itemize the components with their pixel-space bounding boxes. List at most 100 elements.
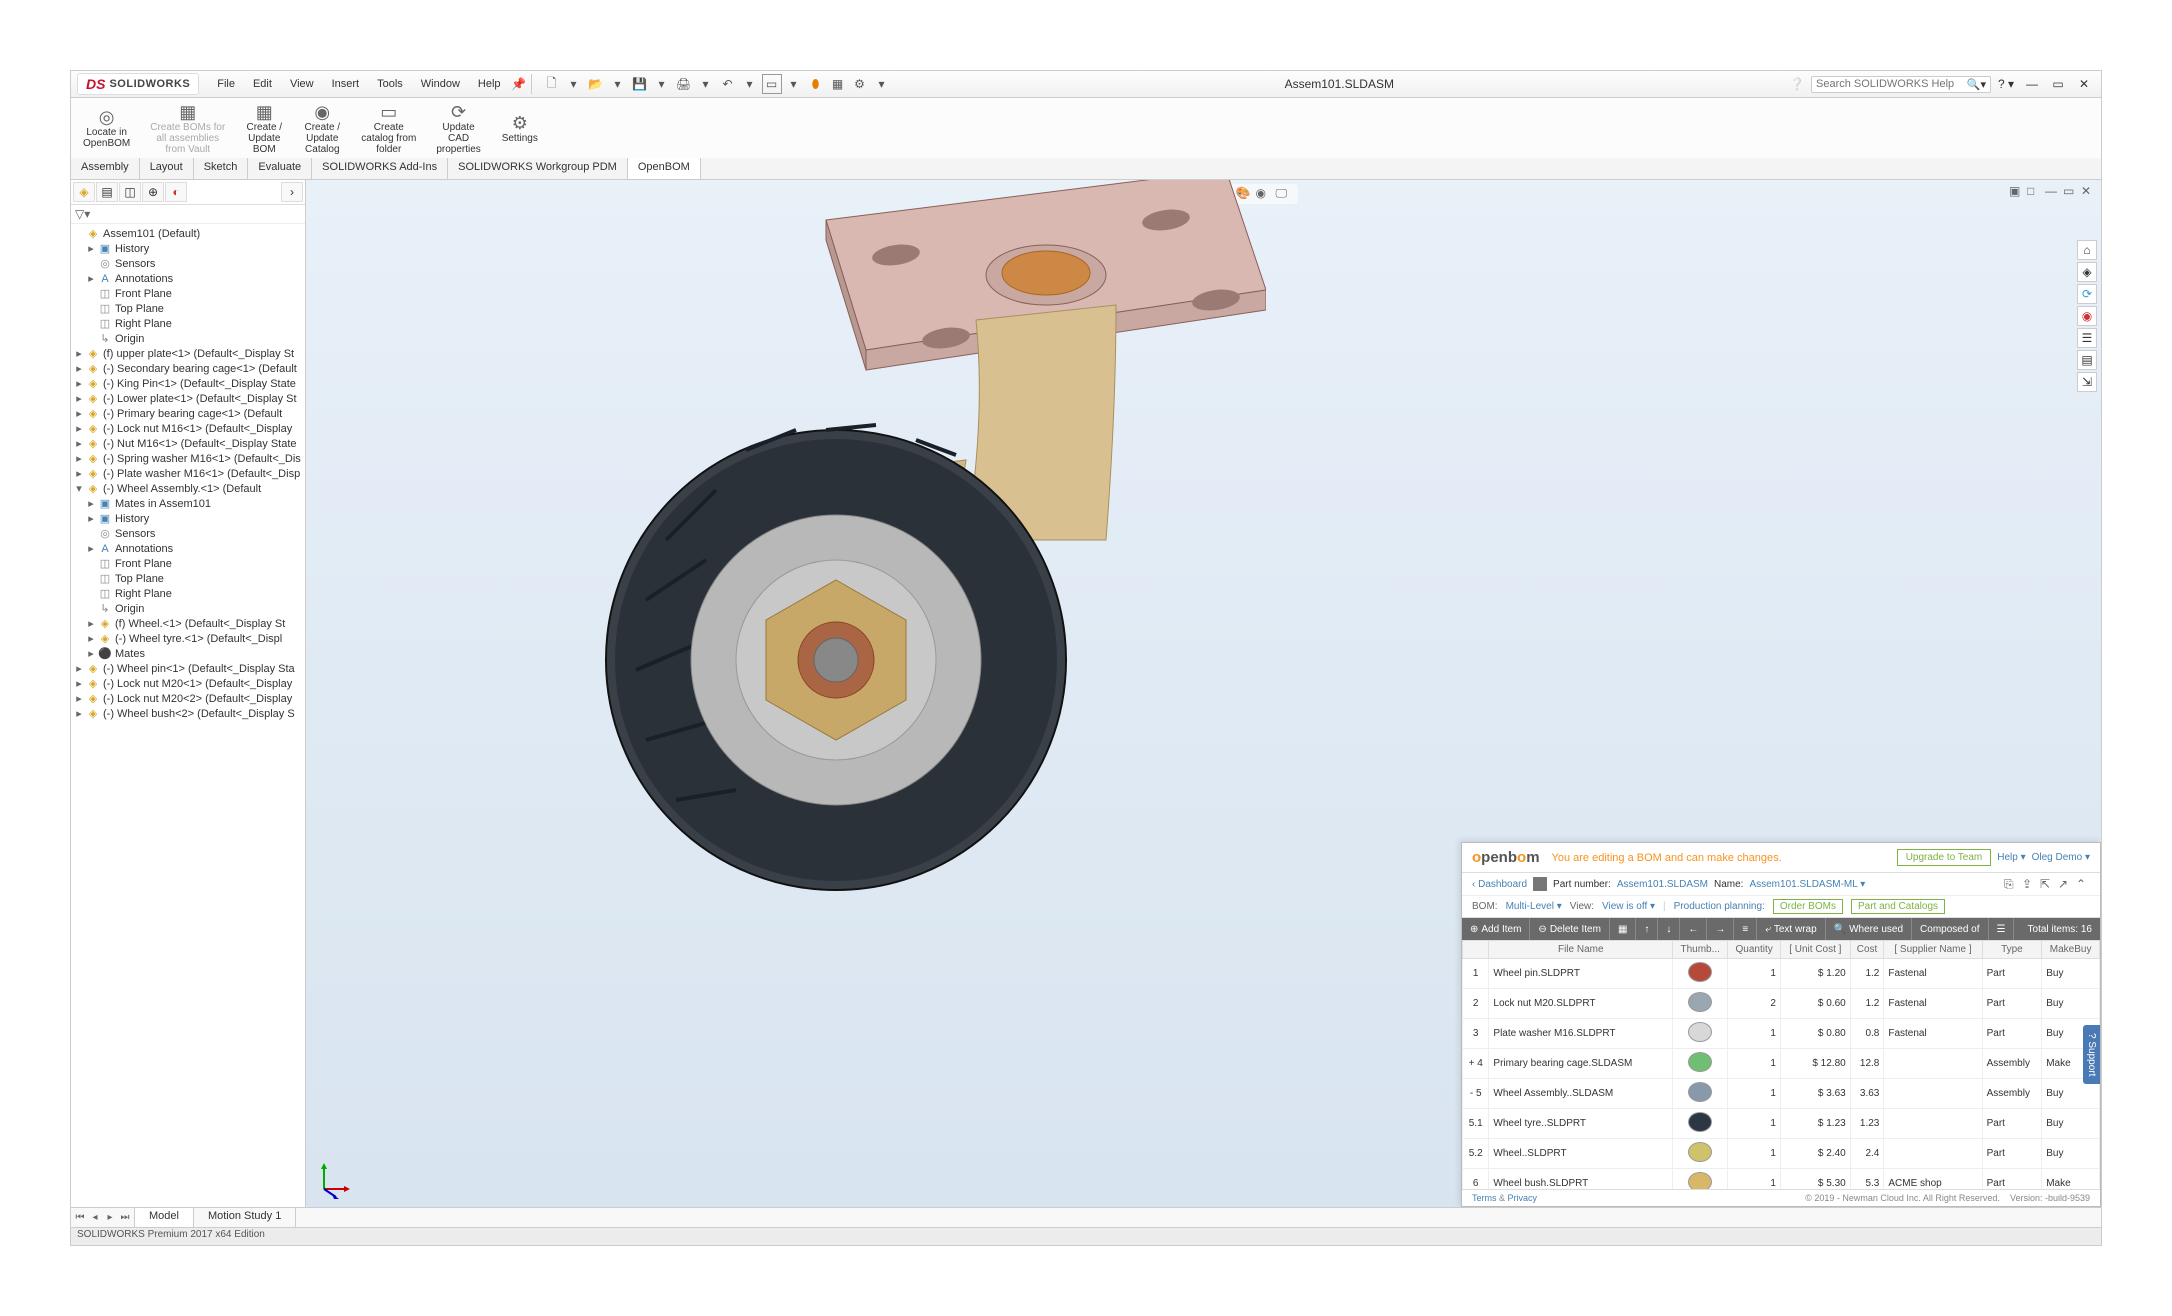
tree-item[interactable]: ◫Top Plane	[71, 301, 305, 316]
text-wrap-button[interactable]: ⤶ Text wrap	[1757, 918, 1825, 940]
table-row[interactable]: 3Plate washer M16.SLDPRT1$ 0.800.8Fasten…	[1463, 1019, 2100, 1049]
drop[interactable]: ▾	[872, 74, 892, 94]
left-button[interactable]: ←	[1680, 918, 1707, 940]
tree-item[interactable]: ▸▣History	[71, 241, 305, 256]
tree-target-icon[interactable]: ⊕	[142, 182, 164, 202]
upgrade-button[interactable]: Upgrade to Team	[1897, 849, 1992, 866]
tree-item[interactable]: ▸◈(-) Wheel tyre.<1> (Default<_Displ	[71, 631, 305, 646]
vp-close-icon[interactable]: ✕	[2081, 184, 2097, 200]
column-header[interactable]: File Name	[1489, 941, 1673, 959]
view-value[interactable]: View is off ▾	[1602, 901, 1655, 912]
drop[interactable]: ▾	[652, 74, 672, 94]
tree-item[interactable]: ▸◈(-) Spring washer M16<1> (Default<_Dis	[71, 451, 305, 466]
where-used-button[interactable]: 🔍 Where used	[1826, 918, 1912, 940]
prev-icon[interactable]: ◂	[88, 1212, 102, 1223]
vp-single-icon[interactable]: □	[2027, 184, 2043, 200]
copy-icon[interactable]: ⎘	[2004, 877, 2018, 891]
menu-insert[interactable]: Insert	[324, 75, 368, 93]
feature-tab-solidworks-workgroup-pdm[interactable]: SOLIDWORKS Workgroup PDM	[448, 158, 628, 179]
tree-item[interactable]: ▸◈(-) Lower plate<1> (Default<_Display S…	[71, 391, 305, 406]
tree-display-icon[interactable]: ▤	[96, 182, 118, 202]
refresh-icon[interactable]: ⟳	[2077, 284, 2097, 304]
table-row[interactable]: 5.1Wheel tyre..SLDPRT1$ 1.231.23PartBuy	[1463, 1109, 2100, 1139]
tree-item[interactable]: ◫Top Plane	[71, 571, 305, 586]
bottom-tab-motion-study-1[interactable]: Motion Study 1	[194, 1208, 296, 1227]
down-button[interactable]: ↓	[1658, 918, 1680, 940]
up-button[interactable]: ↑	[1636, 918, 1658, 940]
user-menu[interactable]: Oleg Demo ▾	[2032, 852, 2090, 863]
table-row[interactable]: 2Lock nut M20.SLDPRT2$ 0.601.2FastenalPa…	[1463, 989, 2100, 1019]
right-button[interactable]: →	[1707, 918, 1734, 940]
align-button[interactable]: ≡	[1734, 918, 1757, 940]
last-icon[interactable]: ⏭	[118, 1212, 132, 1223]
tree-item[interactable]: ▸▣Mates in Assem101	[71, 496, 305, 511]
funnel-icon[interactable]: ▽▾	[75, 207, 90, 221]
restore-button[interactable]: ▭	[2047, 75, 2069, 93]
ribbon-locate-in[interactable]: ◎Locate in OpenBOM	[77, 102, 136, 154]
tree-item[interactable]: ▸AAnnotations	[71, 271, 305, 286]
open-icon[interactable]: 📂	[586, 74, 606, 94]
ribbon-create[interactable]: ▭Create catalog from folder	[355, 102, 422, 154]
column-header[interactable]: Type	[1982, 941, 2042, 959]
tree-item[interactable]: ◎Sensors	[71, 256, 305, 271]
list-icon[interactable]: ☰	[2077, 328, 2097, 348]
new-icon[interactable]: 🗋	[542, 74, 562, 94]
tree-item[interactable]: ▸◈(-) Secondary bearing cage<1> (Default	[71, 361, 305, 376]
menu-button[interactable]: ☰	[1989, 918, 2015, 940]
part-catalogs-button[interactable]: Part and Catalogs	[1851, 899, 1945, 914]
ribbon-create-[interactable]: ▦Create / Update BOM	[239, 102, 289, 154]
tree-item[interactable]: ▸◈(f) upper plate<1> (Default<_Display S…	[71, 346, 305, 361]
collapse-icon[interactable]: ⌃	[2076, 877, 2090, 891]
terms-link[interactable]: Terms	[1472, 1193, 1497, 1203]
tree-item[interactable]: ▸AAnnotations	[71, 541, 305, 556]
select-icon[interactable]: ▭	[762, 74, 782, 94]
menu-window[interactable]: Window	[413, 75, 468, 93]
openbom-table[interactable]: File NameThumb...Quantity[ Unit Cost ]Co…	[1462, 940, 2100, 1189]
feature-tab-layout[interactable]: Layout	[140, 158, 194, 179]
drop[interactable]: ▾	[784, 74, 804, 94]
column-header[interactable]: [ Unit Cost ]	[1780, 941, 1850, 959]
tree-item[interactable]: ↳Origin	[71, 331, 305, 346]
column-header[interactable]: Thumb...	[1673, 941, 1728, 959]
search-icon[interactable]: 🔍	[1967, 78, 1981, 91]
tree-item[interactable]: ◫Front Plane	[71, 286, 305, 301]
home-icon[interactable]: ⌂	[2077, 240, 2097, 260]
tree-item[interactable]: ▸◈(-) Lock nut M20<1> (Default<_Display	[71, 676, 305, 691]
3d-viewport[interactable]: 🔍 ⛶ ◫ ◈ ▦ ◐ 🎨 ◉ 🖵 ▣ □ — ▭ ✕ ⌂ ◈ ⟳ ◉ ☰ ▤ …	[306, 180, 2101, 1207]
share-icon[interactable]: ↗	[2058, 877, 2072, 891]
tree-item[interactable]: ▸⚫Mates	[71, 646, 305, 661]
part-number-value[interactable]: Assem101.SLDASM	[1617, 879, 1708, 890]
add-item-button[interactable]: ⊕ Add Item	[1462, 918, 1530, 940]
feature-tab-evaluate[interactable]: Evaluate	[248, 158, 312, 179]
minimize-button[interactable]: —	[2021, 75, 2043, 93]
tree-item[interactable]: ▾◈(-) Wheel Assembly.<1> (Default	[71, 481, 305, 496]
tree-item[interactable]: ◫Right Plane	[71, 586, 305, 601]
tree-item[interactable]: ▸◈(-) Wheel bush<2> (Default<_Display S	[71, 706, 305, 721]
vp-min-icon[interactable]: —	[2045, 184, 2061, 200]
tree-appearance-icon[interactable]: ◐	[165, 182, 187, 202]
column-header[interactable]: MakeBuy	[2042, 941, 2100, 959]
rebuild-icon[interactable]: ⬮	[806, 74, 826, 94]
ribbon-settings[interactable]: ⚙Settings	[495, 102, 545, 154]
table-row[interactable]: 5.2Wheel..SLDPRT1$ 2.402.4PartBuy	[1463, 1139, 2100, 1169]
tree-config-icon[interactable]: ◈	[73, 182, 95, 202]
table-row[interactable]: + 4Primary bearing cage.SLDASM1$ 12.8012…	[1463, 1049, 2100, 1079]
tree-item[interactable]: ↳Origin	[71, 601, 305, 616]
arrow-icon[interactable]: ⇲	[2077, 372, 2097, 392]
vp-tile-icon[interactable]: ▣	[2009, 184, 2025, 200]
first-icon[interactable]: ⏮	[73, 1212, 87, 1223]
privacy-link[interactable]: Privacy	[1508, 1193, 1538, 1203]
tree-filter[interactable]: ▽▾	[71, 205, 305, 224]
monitor-icon[interactable]: 🖵	[1276, 186, 1292, 202]
pin-icon[interactable]: 📌	[509, 74, 529, 94]
feature-tab-assembly[interactable]: Assembly	[71, 158, 140, 179]
order-boms-button[interactable]: Order BOMs	[1773, 899, 1843, 914]
column-header[interactable]: [ Supplier Name ]	[1884, 941, 1982, 959]
feature-tab-solidworks-add-ins[interactable]: SOLIDWORKS Add-Ins	[312, 158, 448, 179]
globe-icon[interactable]: ◉	[2077, 306, 2097, 326]
help-search[interactable]: 🔍 ▾	[1811, 76, 1991, 93]
options-icon[interactable]: ▦	[828, 74, 848, 94]
help-dropdown[interactable]: ? ▾	[1995, 75, 2017, 93]
menu-edit[interactable]: Edit	[245, 75, 280, 93]
menu-file[interactable]: File	[209, 75, 243, 93]
